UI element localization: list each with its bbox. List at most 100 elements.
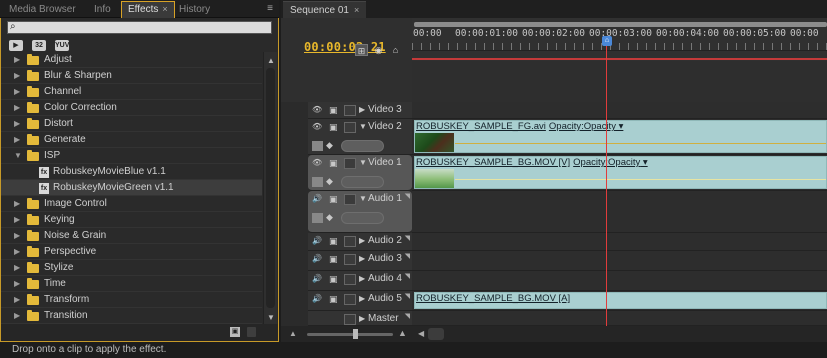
- keyframe-nav-control[interactable]: [341, 212, 384, 224]
- keyframe-nav-control[interactable]: [341, 176, 384, 188]
- track-lock-toggle[interactable]: [344, 236, 356, 247]
- delete-icon[interactable]: [247, 327, 256, 337]
- effect-item-row[interactable]: fx RobuskeyMovieBlue v1.1: [1, 164, 262, 180]
- disclosure-collapsed-icon[interactable]: ▶: [14, 116, 20, 132]
- opacity-dropdown[interactable]: Opacity:Opacity ▾: [549, 121, 623, 132]
- track-lock-toggle[interactable]: [344, 294, 356, 305]
- close-icon[interactable]: ×: [354, 5, 359, 15]
- disclosure-collapsed-icon[interactable]: ▶: [14, 100, 20, 116]
- track-lane[interactable]: [412, 191, 827, 233]
- disclosure-collapsed-icon[interactable]: ▶: [14, 228, 20, 244]
- effect-item-row[interactable]: fx RobuskeyMovieGreen v1.1: [1, 180, 262, 196]
- track-source-gutter[interactable]: [281, 271, 308, 291]
- snap-icon[interactable]: ⊞: [355, 44, 368, 56]
- effect-folder-row[interactable]: ▶ Noise & Grain: [1, 228, 262, 244]
- timeline-clip[interactable]: ROBUSKEY_SAMPLE_BG.MOV [A]: [414, 292, 827, 309]
- sync-lock-icon[interactable]: ▣: [329, 294, 338, 305]
- tab-media-browser[interactable]: Media Browser: [3, 2, 82, 18]
- track-lock-toggle[interactable]: [344, 314, 356, 325]
- keyframe-icon[interactable]: ◆: [326, 176, 333, 187]
- disclosure-collapsed-icon[interactable]: ▶: [359, 236, 365, 245]
- scroll-left-icon[interactable]: ◀: [418, 329, 424, 338]
- sync-lock-icon[interactable]: ▣: [329, 236, 338, 247]
- disclosure-collapsed-icon[interactable]: ▶: [14, 68, 20, 84]
- zoom-slider[interactable]: [307, 333, 393, 336]
- tab-history[interactable]: History: [173, 2, 216, 18]
- sync-lock-icon[interactable]: ▣: [329, 122, 338, 133]
- close-icon[interactable]: ×: [162, 4, 167, 14]
- search-input[interactable]: [20, 22, 270, 33]
- time-ruler[interactable]: 00:00 00:00:01:00 00:00:02:00 00:00:03:0…: [412, 18, 827, 61]
- sync-lock-icon[interactable]: ▣: [329, 274, 338, 285]
- track-lock-toggle[interactable]: [344, 158, 356, 169]
- accelerated-effects-icon[interactable]: ▶: [9, 40, 23, 51]
- opacity-dropdown[interactable]: Opacity:Opacity ▾: [573, 157, 647, 168]
- speaker-icon[interactable]: 🔊: [312, 294, 322, 303]
- track-header[interactable]: 🔊 ▣ ▶ Audio 3 ◥: [308, 251, 412, 271]
- track-lane[interactable]: [412, 311, 827, 326]
- scroll-down-icon[interactable]: ▼: [267, 313, 275, 322]
- disclosure-collapsed-icon[interactable]: ▶: [14, 260, 20, 276]
- disclosure-expanded-icon[interactable]: ▼: [359, 158, 367, 167]
- disclosure-expanded-icon[interactable]: ▼: [359, 122, 367, 131]
- track-header[interactable]: 👁 ▣ ▼ Video 1 ◆: [308, 155, 412, 191]
- track-lock-toggle[interactable]: [344, 254, 356, 265]
- track-source-gutter[interactable]: [281, 191, 308, 233]
- tab-effects[interactable]: Effects ×: [121, 1, 175, 18]
- effect-folder-row[interactable]: ▶ Blur & Sharpen: [1, 68, 262, 84]
- disclosure-collapsed-icon[interactable]: ▶: [14, 292, 20, 308]
- display-style-icon[interactable]: [312, 141, 323, 151]
- timeline-clip[interactable]: ROBUSKEY_SAMPLE_FG.avi Opacity:Opacity ▾: [414, 120, 827, 153]
- disclosure-collapsed-icon[interactable]: ▶: [359, 254, 365, 263]
- eye-icon[interactable]: 👁: [312, 158, 322, 167]
- effect-folder-row[interactable]: ▶ Image Control: [1, 196, 262, 212]
- disclosure-collapsed-icon[interactable]: ▶: [14, 308, 20, 324]
- track-lane[interactable]: [412, 102, 827, 119]
- playhead-handle[interactable]: ⌂: [602, 36, 612, 46]
- opacity-rubber-band[interactable]: [455, 143, 826, 144]
- speaker-icon[interactable]: 🔊: [312, 236, 322, 245]
- zoom-out-icon[interactable]: ▲: [289, 329, 297, 338]
- keyframe-icon[interactable]: ◆: [326, 140, 333, 151]
- keyframe-nav-control[interactable]: [341, 140, 384, 152]
- effect-folder-row[interactable]: ▶ Generate: [1, 132, 262, 148]
- track-lock-toggle[interactable]: [344, 194, 356, 205]
- opacity-rubber-band[interactable]: [455, 179, 826, 180]
- scroll-up-icon[interactable]: ▲: [267, 56, 275, 65]
- disclosure-collapsed-icon[interactable]: ▶: [14, 244, 20, 260]
- effect-folder-row[interactable]: ▶ Channel: [1, 84, 262, 100]
- sync-lock-icon[interactable]: ▣: [329, 254, 338, 265]
- effects-search-field[interactable]: ⌕: [7, 21, 272, 34]
- zoom-slider-knob[interactable]: [353, 329, 358, 339]
- track-lane[interactable]: ROBUSKEY_SAMPLE_BG.MOV [V]Opacity:Opacit…: [412, 155, 827, 191]
- disclosure-collapsed-icon[interactable]: ▶: [14, 52, 20, 68]
- effect-folder-row[interactable]: ▶ Transform: [1, 292, 262, 308]
- disclosure-expanded-icon[interactable]: ▼: [359, 194, 367, 203]
- track-source-gutter[interactable]: [281, 155, 308, 191]
- speaker-icon[interactable]: 🔊: [312, 254, 322, 263]
- horizontal-scroll-thumb[interactable]: [428, 328, 444, 340]
- marker-icon[interactable]: ◉: [372, 44, 385, 56]
- disclosure-collapsed-icon[interactable]: ▶: [14, 84, 20, 100]
- track-lane[interactable]: ROBUSKEY_SAMPLE_FG.avi Opacity:Opacity ▾: [412, 119, 827, 155]
- effect-folder-row[interactable]: ▶ Keying: [1, 212, 262, 228]
- track-lock-toggle[interactable]: [344, 274, 356, 285]
- disclosure-collapsed-icon[interactable]: ▶: [14, 132, 20, 148]
- sync-lock-icon[interactable]: ▣: [329, 194, 338, 205]
- keyframe-icon[interactable]: ◆: [326, 212, 333, 223]
- track-lock-toggle[interactable]: [344, 122, 356, 133]
- track-source-gutter[interactable]: [281, 291, 308, 311]
- effect-folder-row[interactable]: ▶ Time: [1, 276, 262, 292]
- track-source-gutter[interactable]: [281, 311, 308, 326]
- track-lane[interactable]: [412, 251, 827, 271]
- disclosure-collapsed-icon[interactable]: ▶: [14, 212, 20, 228]
- disclosure-collapsed-icon[interactable]: ▶: [14, 276, 20, 292]
- eye-icon[interactable]: 👁: [312, 105, 322, 114]
- track-source-gutter[interactable]: [281, 233, 308, 251]
- new-custom-bin-icon[interactable]: ▣: [230, 327, 240, 337]
- sync-lock-icon[interactable]: ▣: [329, 105, 338, 116]
- track-header[interactable]: 🔊 ▣ ▶ Audio 4 ◥: [308, 271, 412, 291]
- track-source-gutter[interactable]: [281, 119, 308, 155]
- work-area-bar[interactable]: [414, 22, 827, 27]
- scroll-thumb[interactable]: [266, 68, 275, 308]
